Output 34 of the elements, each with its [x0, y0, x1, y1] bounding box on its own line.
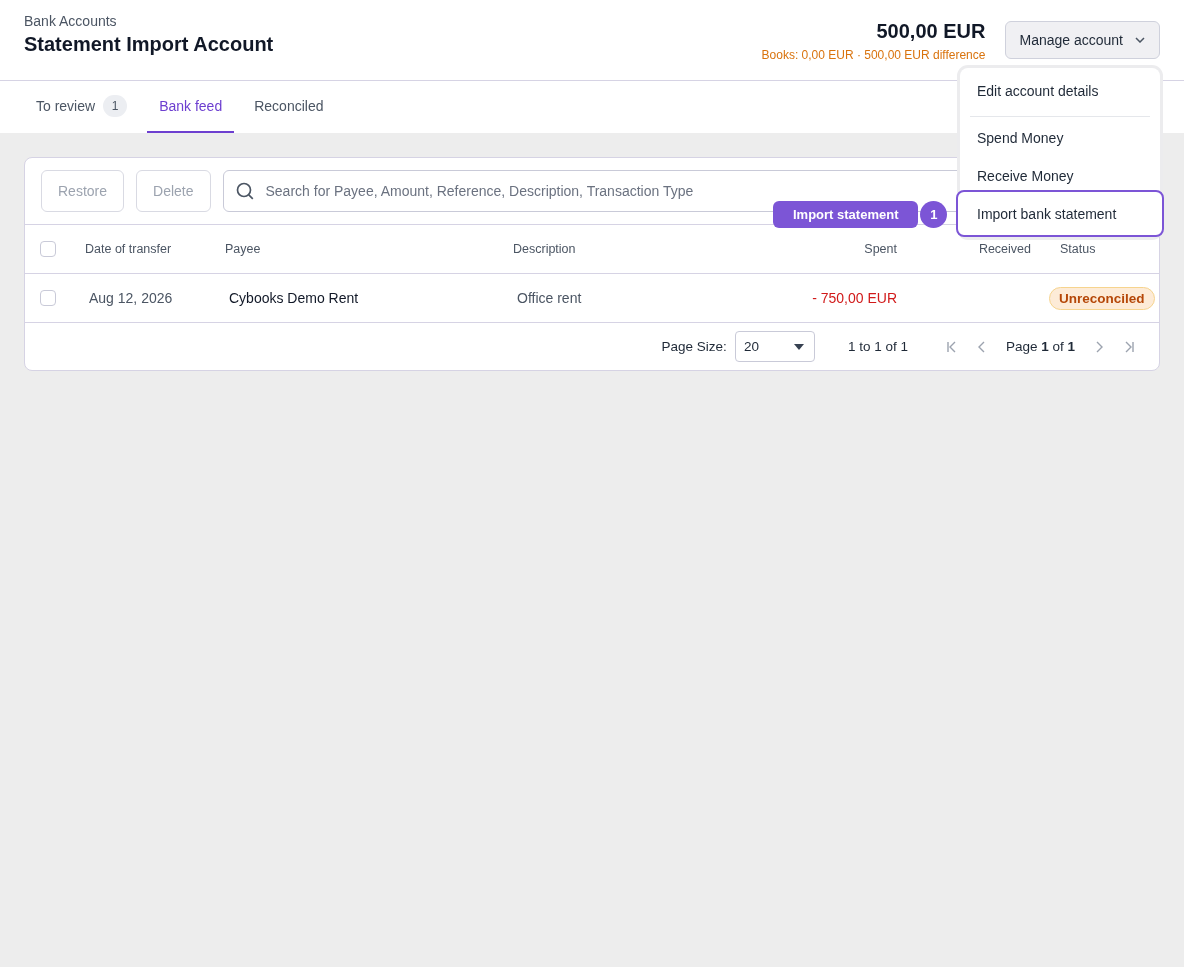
breadcrumb[interactable]: Bank Accounts	[24, 13, 274, 29]
column-header[interactable]: Received	[978, 242, 1031, 256]
page-indicator: Page 1 of 1	[1005, 339, 1075, 354]
tab[interactable]: Bank feed	[147, 81, 235, 133]
status-badge: Unreconciled	[1049, 286, 1155, 310]
manage-account-button[interactable]: Manage account	[1005, 21, 1160, 59]
balance-amount: 500,00 EUR	[876, 20, 986, 43]
table-cell: - 750,00 EUR	[812, 290, 897, 306]
checkbox[interactable]	[40, 290, 56, 306]
table-cell: Office rent	[517, 290, 582, 306]
tab[interactable]: Reconciled	[242, 81, 336, 133]
tab[interactable]: To review 1	[24, 81, 140, 133]
table-cell: Aug 12, 2026	[89, 290, 173, 306]
caret-down-icon	[793, 343, 804, 350]
checkbox[interactable]	[40, 241, 56, 257]
column-header[interactable]: Description	[513, 242, 576, 256]
menu-item[interactable]: Import bank statement	[956, 190, 1164, 237]
column-header[interactable]: Status	[1060, 242, 1096, 256]
last-page-icon[interactable]	[1123, 340, 1135, 353]
menu-item[interactable]: Spend Money	[960, 119, 1160, 157]
page-title: Statement Import Account	[24, 33, 274, 56]
record-range: 1 to 1 of 1	[847, 339, 908, 354]
column-header[interactable]: Spent	[864, 242, 897, 256]
count-badge: 1	[103, 95, 128, 117]
tour-tooltip: Import statement	[773, 201, 919, 228]
search-icon	[235, 182, 254, 200]
column-header[interactable]: Date of transfer	[85, 242, 172, 256]
table-cell: Cybooks Demo Rent	[229, 290, 359, 306]
books-difference: Books: 0,00 EUR · 500,00 EUR difference	[761, 48, 986, 62]
page-size-select[interactable]: 20	[734, 331, 815, 362]
page-size-label: Page Size:	[661, 339, 727, 354]
chevron-down-icon	[1135, 37, 1145, 43]
column-header[interactable]: Payee	[225, 242, 261, 256]
first-page-icon[interactable]	[945, 340, 958, 353]
